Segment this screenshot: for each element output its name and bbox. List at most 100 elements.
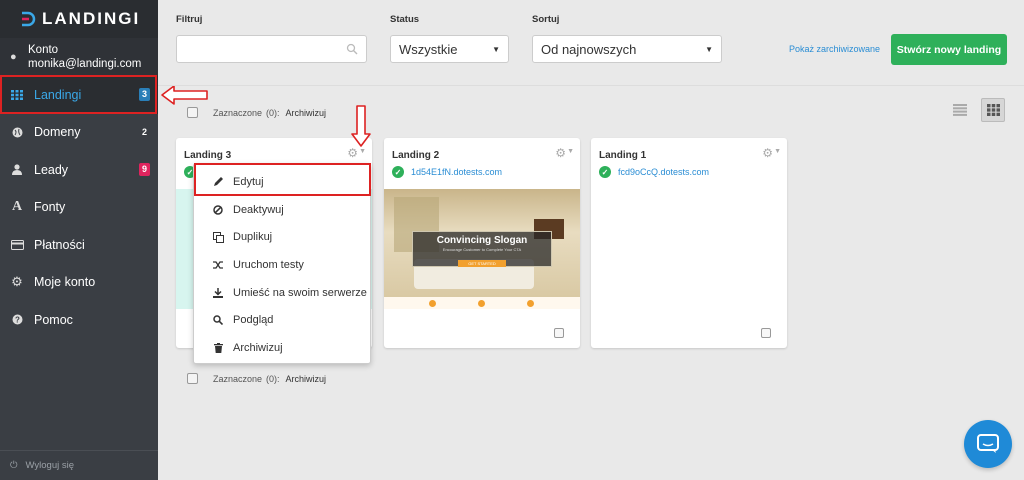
filter-label: Filtruj <box>176 14 203 25</box>
preview-cta: GET STARTED <box>458 260 506 267</box>
search-input[interactable] <box>176 35 367 63</box>
font-icon: A <box>11 199 23 215</box>
user-icon: ● <box>10 51 17 63</box>
list-view-icon[interactable] <box>949 99 971 121</box>
pencil-icon <box>212 176 224 187</box>
logo-icon <box>22 11 36 27</box>
sidebar-item-label: Fonty <box>34 200 66 215</box>
menu-item-run-tests[interactable]: Uruchom testy <box>194 251 370 279</box>
selection-bar-bottom: Zaznaczone (0): Archiwizuj <box>187 373 326 384</box>
gear-icon[interactable]: ⚙ <box>555 146 566 160</box>
copy-icon <box>212 231 224 243</box>
chat-icon <box>977 434 999 453</box>
preview-slogan-box: Convincing Slogan Encourage Customer to … <box>412 231 552 267</box>
account-menu[interactable]: ● Konto monika@landingi.com <box>0 38 158 76</box>
status-value: Wszystkie <box>399 41 458 57</box>
create-landing-button[interactable]: Stwórz nowy landing <box>891 34 1007 65</box>
sidebar-item-platnosci[interactable]: Płatności <box>0 226 158 264</box>
landing-title: Landing 1 <box>599 150 647 161</box>
preview-features <box>384 297 580 309</box>
logout-link[interactable]: ⏻ Wyloguj się <box>0 450 158 480</box>
user-icon <box>10 164 24 176</box>
filter-bar: Filtruj Status Wszystkie ▼ Sortuj Od naj… <box>158 0 1024 86</box>
grid-view-icon[interactable] <box>981 98 1005 122</box>
landing-card[interactable]: Landing 1 ⚙ ▼ ✓ fcd9oCcQ.dotests.com <box>591 138 787 348</box>
landing-title: Landing 3 <box>184 150 232 161</box>
annotation-arrow-down <box>351 105 371 147</box>
sidebar-item-label: Domeny <box>34 125 81 140</box>
selected-label: Zaznaczone <box>213 107 263 118</box>
menu-item-duplicate[interactable]: Duplikuj <box>194 223 370 251</box>
caret-down-icon[interactable]: ▼ <box>774 148 781 155</box>
selected-count: (0): <box>266 373 280 384</box>
landing-domain: ✓ fcd9oCcQ.dotests.com <box>599 166 709 178</box>
domain-text[interactable]: 1d54E1fN.dotests.com <box>411 167 502 177</box>
question-icon: ? <box>10 314 24 325</box>
logo-text: LANDINGI <box>42 9 141 28</box>
sort-value: Od najnowszych <box>541 41 637 57</box>
menu-item-label: Deaktywuj <box>233 203 284 216</box>
annotation-arrow-left <box>161 85 208 105</box>
selection-bar-top: Zaznaczone (0): Archiwizuj <box>187 107 326 118</box>
menu-item-host-on-own-server[interactable]: Umieść na swoim serwerze <box>194 279 370 307</box>
archive-selected-link[interactable]: Archiwizuj <box>286 374 327 384</box>
ban-icon <box>212 204 224 215</box>
landing-domain: ✓ 1d54E1fN.dotests.com <box>392 166 502 178</box>
gear-icon[interactable]: ⚙ <box>347 146 358 160</box>
trash-icon <box>212 342 224 353</box>
sort-label: Sortuj <box>532 14 560 25</box>
menu-item-edit[interactable]: Edytuj <box>194 168 370 196</box>
landing-card[interactable]: Landing 2 ⚙ ▼ ✓ 1d54E1fN.dotests.com Con… <box>384 138 580 348</box>
sidebar-item-landingi[interactable]: Landingi 3 <box>0 76 158 114</box>
menu-item-preview[interactable]: Podgląd <box>194 306 370 334</box>
caret-down-icon[interactable]: ▼ <box>359 148 366 155</box>
select-all-checkbox[interactable] <box>187 107 198 118</box>
menu-item-label: Uruchom testy <box>233 258 304 271</box>
count-badge: 2 <box>141 126 147 137</box>
select-all-checkbox[interactable] <box>187 373 198 384</box>
sidebar-item-domeny[interactable]: Domeny 2 <box>0 114 158 152</box>
status-select[interactable]: Wszystkie ▼ <box>390 35 509 63</box>
credit-card-icon <box>10 239 24 250</box>
download-icon <box>212 287 224 298</box>
grid-icon <box>10 89 24 100</box>
search-icon <box>212 315 224 326</box>
logo[interactable]: LANDINGI <box>0 0 158 38</box>
menu-item-label: Umieść na swoim serwerze <box>233 286 367 299</box>
menu-item-label: Edytuj <box>233 175 264 188</box>
sidebar-item-moje-konto[interactable]: ⚙ Moje konto <box>0 264 158 302</box>
menu-item-label: Duplikuj <box>233 231 273 244</box>
sidebar-item-label: Moje konto <box>34 275 96 290</box>
select-checkbox[interactable] <box>761 328 771 338</box>
preview-subtitle: Encourage Customer to Complete Your CTA <box>442 247 522 252</box>
chat-button[interactable] <box>964 420 1012 468</box>
preview-slogan: Convincing Slogan <box>436 235 528 246</box>
count-badge: 3 <box>139 88 150 101</box>
sidebar-item-pomoc[interactable]: ? Pomoc <box>0 301 158 339</box>
svg-text:?: ? <box>15 316 20 325</box>
sidebar-item-leady[interactable]: Leady 9 <box>0 151 158 189</box>
sidebar-item-fonty[interactable]: A Fonty <box>0 189 158 227</box>
caret-down-icon: ▼ <box>705 44 713 54</box>
show-archived-link[interactable]: Pokaż zarchiwizowane <box>789 44 880 54</box>
gear-icon[interactable]: ⚙ <box>762 146 773 160</box>
select-checkbox[interactable] <box>554 328 564 338</box>
landing-title: Landing 2 <box>392 150 440 161</box>
caret-down-icon[interactable]: ▼ <box>567 148 574 155</box>
account-email: monika@landingi.com <box>28 58 142 70</box>
globe-icon <box>10 127 24 138</box>
selected-label: Zaznaczone <box>213 373 263 384</box>
domain-text[interactable]: fcd9oCcQ.dotests.com <box>618 167 709 177</box>
menu-item-label: Archiwizuj <box>233 341 283 354</box>
landing-preview: Convincing Slogan Encourage Customer to … <box>384 189 580 309</box>
menu-item-archive[interactable]: Archiwizuj <box>194 334 370 362</box>
check-circle-icon: ✓ <box>392 166 404 178</box>
sidebar-item-label: Pomoc <box>34 312 73 327</box>
gear-icon: ⚙ <box>11 274 23 290</box>
sort-select[interactable]: Od najnowszych ▼ <box>532 35 722 63</box>
menu-item-deactivate[interactable]: Deaktywuj <box>194 196 370 224</box>
archive-selected-link[interactable]: Archiwizuj <box>286 108 327 118</box>
sidebar-item-label: Leady <box>34 162 69 177</box>
check-circle-icon: ✓ <box>599 166 611 178</box>
power-icon: ⏻ <box>10 460 18 471</box>
